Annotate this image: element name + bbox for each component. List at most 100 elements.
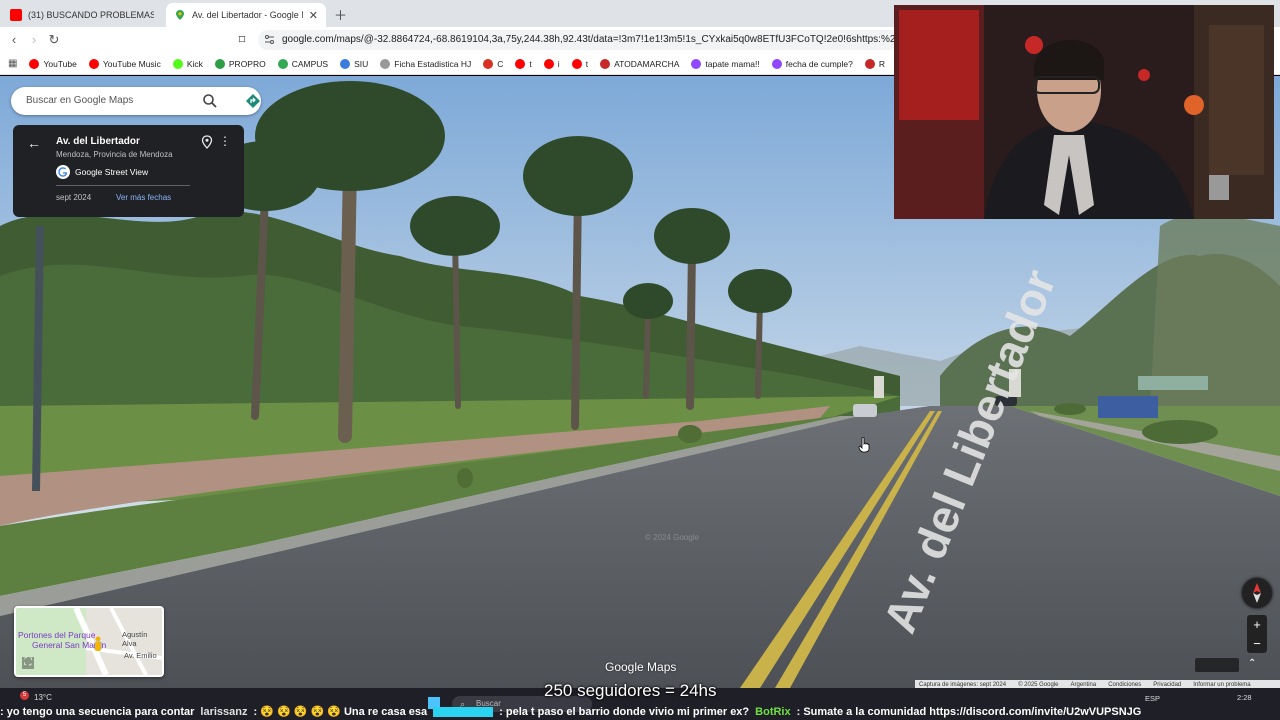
bookmark-item[interactable]: t bbox=[515, 58, 532, 69]
bookmark-label: C bbox=[497, 58, 504, 69]
bookmark-label: CAMPUS bbox=[291, 58, 329, 69]
back-arrow-icon[interactable]: ← bbox=[27, 135, 41, 151]
ficha-icon bbox=[380, 58, 391, 69]
maps-search-box[interactable]: Buscar en Google Maps bbox=[11, 87, 261, 115]
card-divider bbox=[56, 185, 190, 186]
search-placeholder: Buscar en Google Maps bbox=[26, 95, 134, 106]
siu-icon bbox=[340, 58, 351, 69]
compass-button[interactable] bbox=[1242, 578, 1272, 608]
youtube-icon bbox=[29, 58, 40, 69]
bookmark-item[interactable]: YouTube bbox=[29, 58, 77, 69]
zoom-in-button[interactable]: + bbox=[1247, 615, 1267, 634]
photo-strip-toggle[interactable] bbox=[1195, 658, 1239, 672]
bookmark-label: Kick bbox=[186, 58, 203, 69]
bookmark-label: YouTube bbox=[43, 58, 77, 69]
back-icon[interactable]: ‹ bbox=[6, 32, 22, 47]
chat-message: : yo tengo una secuencia para contar bbox=[0, 706, 195, 718]
forward-icon[interactable]: › bbox=[26, 32, 42, 47]
footer-link: © 2025 Google bbox=[1018, 681, 1059, 688]
bookmark-item[interactable]: t bbox=[571, 58, 589, 69]
input-language[interactable]: ESP bbox=[1145, 694, 1160, 703]
bookmark-label: t bbox=[585, 58, 589, 69]
bookmark-label: Ficha Estadistica HJ bbox=[394, 58, 472, 69]
footer-link[interactable]: Informar un problema bbox=[1193, 682, 1250, 688]
minimap-street-label: Agustín Alva bbox=[122, 630, 148, 648]
twitch-icon bbox=[771, 58, 782, 69]
chat-username-obscured bbox=[433, 707, 494, 718]
reload-icon[interactable]: ↻ bbox=[46, 32, 62, 48]
bookmark-c-icon bbox=[483, 58, 494, 69]
bookmark-label: t bbox=[529, 58, 532, 69]
tab-label: (31) BUSCANDO PROBLEMAS EN CC bbox=[28, 10, 154, 20]
close-tab-icon[interactable]: ✕ bbox=[309, 9, 318, 22]
bookmark-label: ATODAMARCHA bbox=[614, 58, 680, 69]
more-options-icon[interactable]: ⋮ bbox=[219, 134, 231, 148]
bookmark-r-icon bbox=[864, 58, 875, 69]
url-text: google.com/maps/@-32.8864724,-68.8619104… bbox=[282, 34, 898, 45]
minimap[interactable]: Portones del Parque General San Martín A… bbox=[14, 606, 164, 677]
bookmark-item[interactable]: ATODAMARCHA bbox=[600, 58, 680, 69]
chat-username: BotRix bbox=[755, 706, 791, 718]
taskbar-clock[interactable]: 2:28 bbox=[1237, 693, 1252, 702]
bookmark-star-icon[interactable]: ⌑ bbox=[234, 32, 250, 48]
capture-date: sept 2024 bbox=[56, 193, 92, 202]
bookmark-item[interactable]: i bbox=[543, 58, 560, 69]
bookmark-label: SIU bbox=[354, 58, 369, 69]
webcam-overlay bbox=[894, 5, 1274, 219]
street-view-label: Google Street View bbox=[75, 167, 149, 177]
notification-badge: 5 bbox=[20, 691, 29, 700]
footer-link: Captura de imágenes: sept 2024 bbox=[919, 681, 1007, 688]
propro-icon bbox=[214, 58, 225, 69]
youtube-icon bbox=[10, 9, 22, 21]
footer-link[interactable]: Condiciones bbox=[1108, 682, 1141, 688]
twitch-icon bbox=[691, 58, 702, 69]
zoom-controls: + − bbox=[1247, 615, 1267, 653]
bookmark-item[interactable]: tapate mama!! bbox=[691, 58, 760, 69]
kick-icon bbox=[172, 58, 183, 69]
bookmark-item[interactable]: SIU bbox=[340, 58, 369, 69]
expand-up-icon[interactable]: ⌃ bbox=[1248, 658, 1256, 669]
google-maps-logo: Google Maps bbox=[605, 660, 677, 674]
street-view-source: Google Street View bbox=[56, 165, 148, 179]
bookmark-item[interactable]: Ficha Estadistica HJ bbox=[380, 58, 472, 69]
chat-ticker: : yo tengo una secuencia para contar lari… bbox=[0, 705, 1280, 720]
google-maps-icon bbox=[174, 9, 186, 21]
chat-message: : pela t paso el barrio donde vivio mi p… bbox=[499, 706, 750, 718]
chat-message: : 😵 😵 😵 😵 😵 Una re casa esa bbox=[253, 706, 428, 718]
see-more-dates-link[interactable]: Ver más fechas bbox=[116, 193, 171, 202]
google-g-icon bbox=[56, 165, 70, 179]
chat-username: larissanz bbox=[200, 706, 248, 718]
weather-temperature[interactable]: 13°C bbox=[34, 693, 52, 702]
bookmark-label: YouTube Music bbox=[102, 58, 161, 69]
search-icon[interactable] bbox=[202, 93, 218, 109]
directions-icon[interactable] bbox=[245, 93, 261, 109]
bookmark-label: PROPRO bbox=[228, 58, 266, 69]
new-tab-button[interactable]: ＋ bbox=[334, 5, 347, 24]
bookmark-item[interactable]: Kick bbox=[172, 58, 203, 69]
tab-google-maps[interactable]: Av. del Libertador - Google Map ✕ bbox=[166, 3, 326, 27]
follower-goal-overlay: 250 seguidores = 24hs bbox=[544, 681, 717, 700]
bookmark-item[interactable]: YouTube Music bbox=[88, 58, 161, 69]
bookmark-label: fecha de cumple? bbox=[785, 58, 853, 69]
pegman-icon bbox=[95, 636, 101, 651]
location-subtitle: Mendoza, Provincia de Mendoza bbox=[56, 150, 173, 159]
expand-map-icon[interactable]: ⛶ bbox=[22, 657, 34, 669]
tab-youtube[interactable]: (31) BUSCANDO PROBLEMAS EN CC bbox=[2, 3, 162, 27]
zoom-out-button[interactable]: − bbox=[1247, 634, 1267, 653]
bookmark-label: R bbox=[878, 58, 885, 69]
bookmark-item[interactable]: CAMPUS bbox=[277, 58, 329, 69]
location-pin-icon[interactable] bbox=[201, 135, 213, 149]
site-info-icon[interactable] bbox=[264, 34, 275, 45]
bookmark-item[interactable]: R bbox=[864, 58, 885, 69]
bookmark-item[interactable]: C bbox=[483, 58, 504, 69]
youtube-icon bbox=[543, 58, 554, 69]
bookmark-label: i bbox=[557, 58, 560, 69]
apps-grid-icon[interactable]: ▦ bbox=[8, 58, 17, 69]
location-title: Av. del Libertador bbox=[56, 136, 140, 147]
url-field[interactable]: google.com/maps/@-32.8864724,-68.8619104… bbox=[258, 30, 898, 50]
footer-link[interactable]: Privacidad bbox=[1153, 682, 1181, 688]
hand-cursor-icon bbox=[858, 437, 870, 453]
bookmark-item[interactable]: fecha de cumple? bbox=[771, 58, 853, 69]
bookmark-item[interactable]: PROPRO bbox=[214, 58, 266, 69]
footer-link[interactable]: Argentina bbox=[1071, 682, 1097, 688]
